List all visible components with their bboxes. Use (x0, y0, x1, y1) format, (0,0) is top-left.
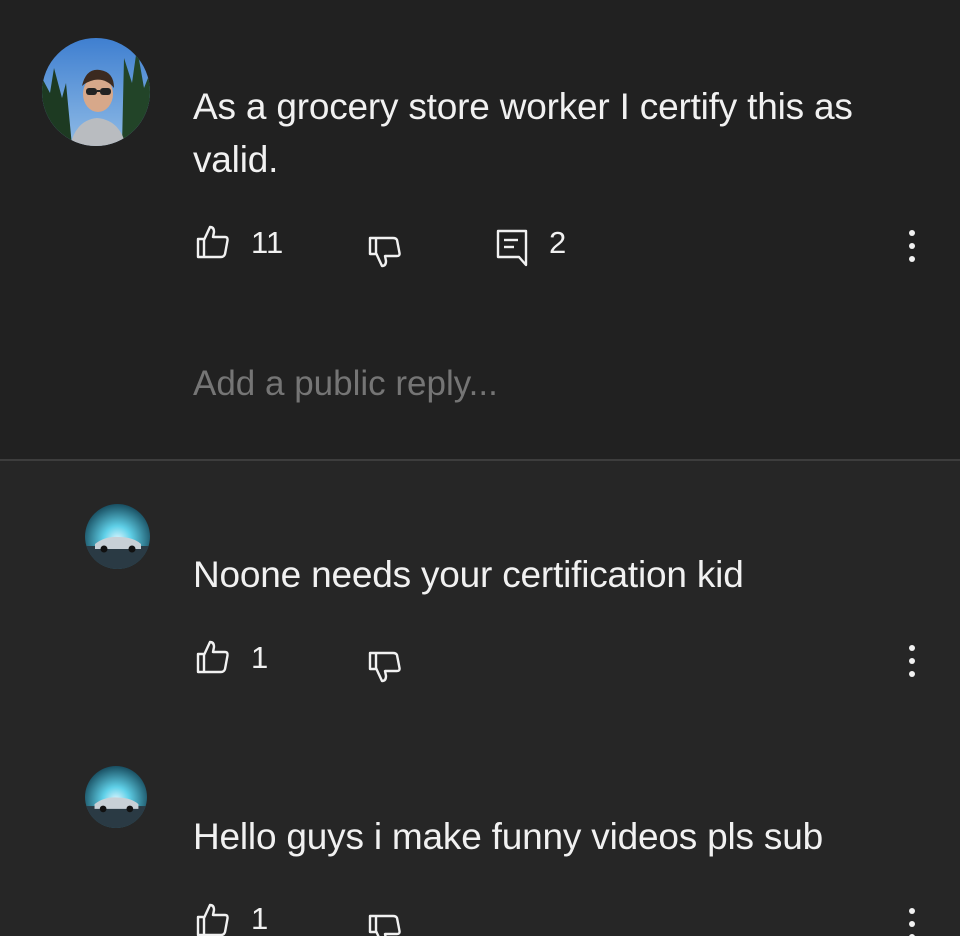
like-count: 11 (251, 225, 284, 260)
thumb-down-icon[interactable] (367, 234, 403, 270)
comment-icon[interactable] (495, 228, 529, 268)
comment-text: Hello guys i make funny videos pls sub (193, 816, 823, 857)
thumb-up-icon[interactable] (195, 639, 231, 675)
reply-count[interactable]: 2 (549, 226, 566, 260)
like-count: 1 (251, 640, 269, 675)
comment-text: Noone needs your certification kid (193, 554, 744, 595)
thumb-down-icon[interactable] (367, 912, 403, 936)
avatar[interactable] (42, 38, 150, 146)
replies-list: Noone needs your certification kid 1 Hel… (0, 461, 960, 936)
thumb-up-icon[interactable] (195, 902, 231, 936)
comment-text: As a grocery store worker I certify this… (193, 86, 853, 180)
avatar[interactable] (85, 766, 147, 828)
thumb-down-icon[interactable] (367, 649, 403, 685)
more-vertical-icon[interactable] (892, 639, 932, 683)
reply-input[interactable] (193, 362, 873, 406)
like-count: 1 (251, 901, 269, 936)
avatar[interactable] (85, 504, 150, 569)
more-vertical-icon[interactable] (892, 902, 932, 936)
more-vertical-icon[interactable] (892, 224, 932, 268)
comments-page: As a grocery store worker I certify this… (0, 0, 960, 936)
thumb-up-icon[interactable] (195, 224, 231, 260)
main-comment: As a grocery store worker I certify this… (0, 0, 960, 460)
